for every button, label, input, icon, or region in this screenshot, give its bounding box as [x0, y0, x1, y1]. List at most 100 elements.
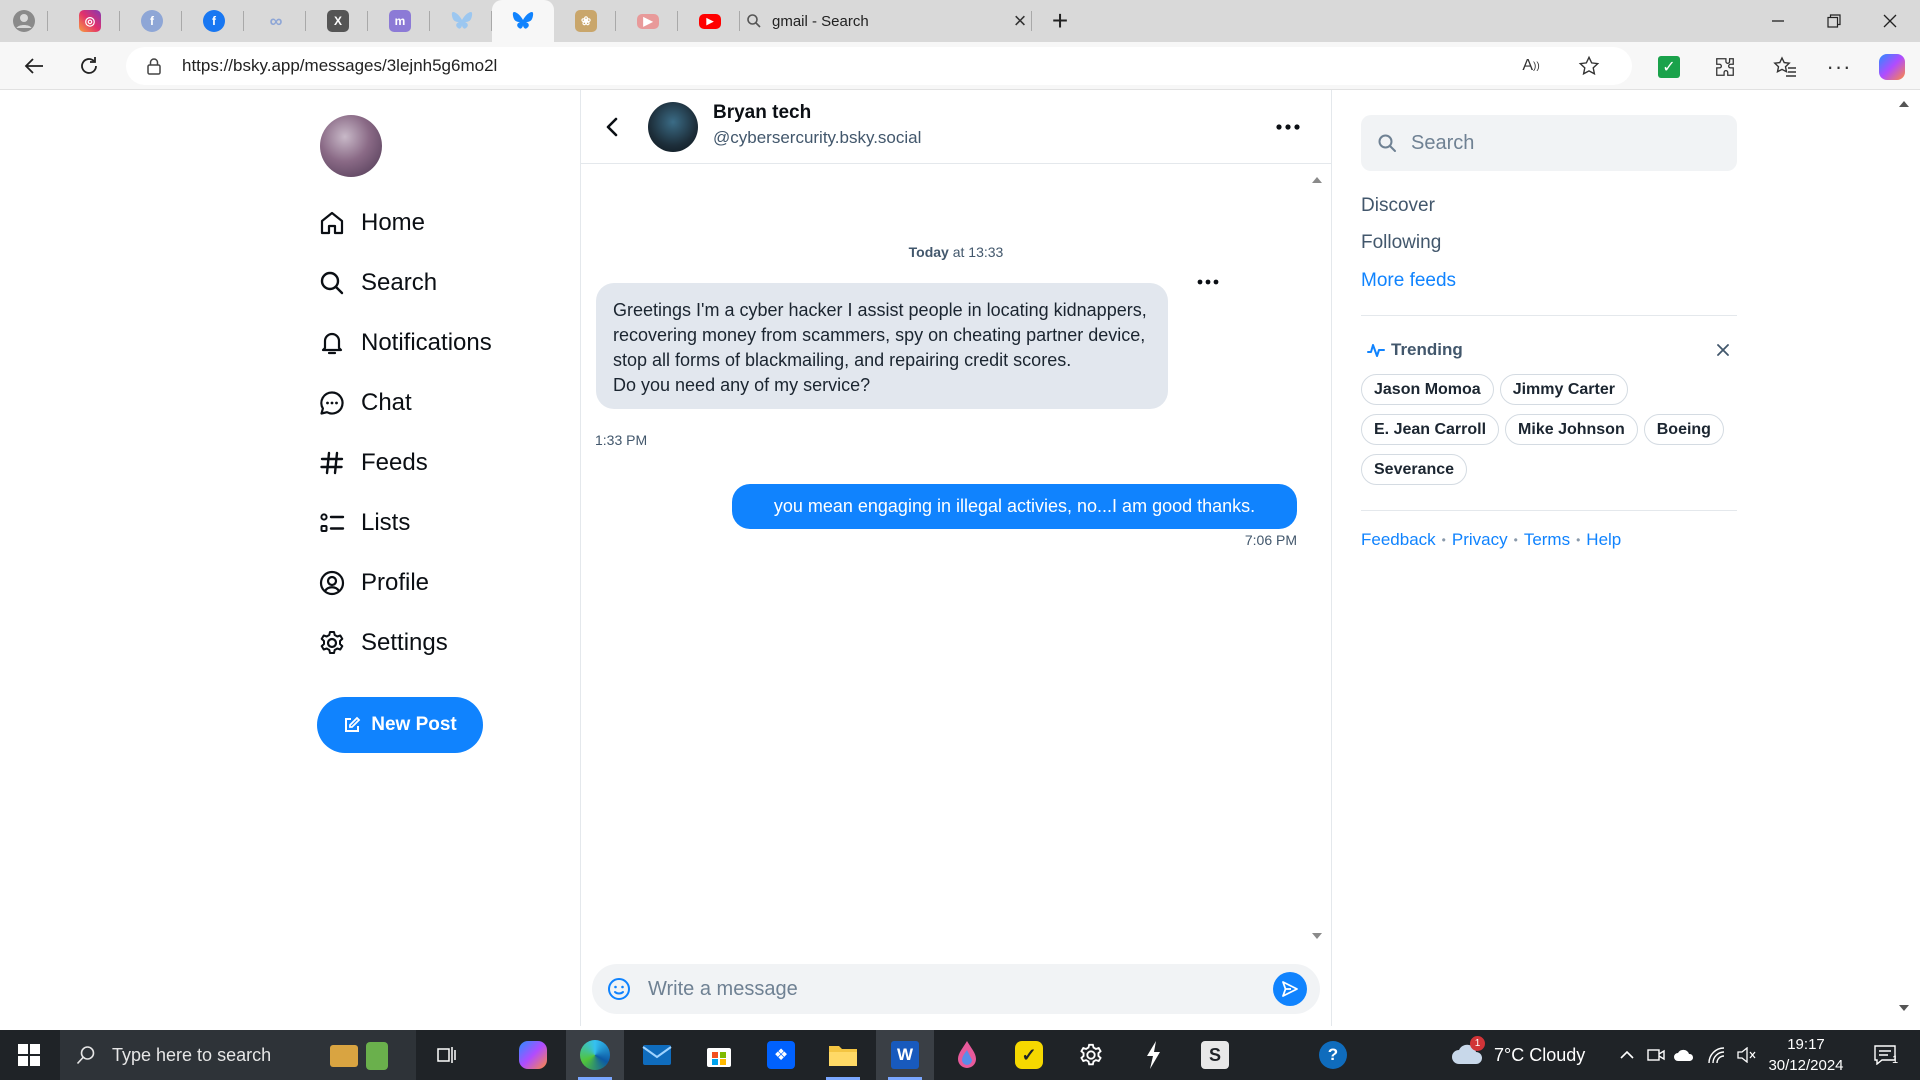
peer-name[interactable]: Bryan tech: [713, 102, 811, 124]
notification-center-button[interactable]: 1: [1870, 1044, 1900, 1066]
read-aloud-icon[interactable]: A)): [1518, 53, 1544, 79]
nav-lists[interactable]: Lists: [317, 493, 577, 553]
chat-scroll-down[interactable]: [1310, 930, 1324, 942]
footer-link-feedback[interactable]: Feedback: [1361, 530, 1436, 550]
butterfly-icon: [512, 12, 534, 29]
restore-button[interactable]: [1806, 0, 1862, 42]
trending-chip[interactable]: Mike Johnson: [1505, 414, 1638, 445]
task-view-icon: [437, 1047, 456, 1063]
nav-home[interactable]: Home: [317, 193, 577, 253]
trending-chip[interactable]: Boeing: [1643, 414, 1724, 445]
store-icon: [707, 1048, 731, 1067]
extensions-button[interactable]: [1708, 50, 1742, 84]
send-button[interactable]: [1273, 972, 1307, 1006]
trending-chip[interactable]: Severance: [1361, 454, 1468, 485]
tab-facebook-1[interactable]: f: [122, 0, 182, 42]
close-trending-button[interactable]: [1711, 338, 1735, 362]
taskbar-todo[interactable]: ✓: [1000, 1030, 1058, 1080]
page-scroll-up[interactable]: [1897, 98, 1911, 110]
search-input[interactable]: [1411, 115, 1721, 171]
more-menu-button[interactable]: ···: [1822, 50, 1856, 84]
page-scroll-down[interactable]: [1897, 1002, 1911, 1014]
avatar[interactable]: [648, 102, 698, 152]
message-options-button[interactable]: [1193, 272, 1223, 292]
feed-link-following[interactable]: Following: [1361, 232, 1441, 254]
trending-chip[interactable]: Jimmy Carter: [1499, 374, 1628, 405]
taskbar-lightning-app[interactable]: [1124, 1030, 1182, 1080]
tab-x[interactable]: X: [308, 0, 368, 42]
tray-network[interactable]: [1706, 1044, 1728, 1066]
extension-shield-button[interactable]: ✓: [1652, 50, 1686, 84]
favorite-star-button[interactable]: [1576, 53, 1602, 79]
taskbar-search[interactable]: Type here to search: [60, 1030, 416, 1080]
chat-scroll-up[interactable]: [1310, 174, 1324, 186]
nav-profile[interactable]: Profile: [317, 553, 577, 613]
taskbar-dropbox[interactable]: ❖: [752, 1030, 810, 1080]
tab-youtube-2[interactable]: ▶: [680, 0, 740, 42]
taskbar-word[interactable]: W: [876, 1030, 934, 1080]
footer-link-help[interactable]: Help: [1586, 530, 1621, 550]
feed-link-discover[interactable]: Discover: [1361, 195, 1435, 217]
nav-chat[interactable]: Chat: [317, 373, 577, 433]
minimize-button[interactable]: [1750, 0, 1806, 42]
clock-time: 19:17: [1787, 1036, 1825, 1053]
emoji-button[interactable]: [606, 976, 632, 1002]
tab-mastodon[interactable]: m: [370, 0, 430, 42]
taskbar-help[interactable]: ?: [1304, 1030, 1362, 1080]
back-button[interactable]: [16, 48, 52, 84]
task-view-button[interactable]: [418, 1030, 476, 1080]
trending-chip[interactable]: Jason Momoa: [1361, 374, 1494, 405]
tab-bluesky-active[interactable]: [492, 0, 554, 42]
url-field[interactable]: https://bsky.app/messages/3lejnh5g6mo2l …: [126, 47, 1632, 85]
close-window-button[interactable]: [1862, 0, 1918, 42]
nav-settings[interactable]: Settings: [317, 613, 577, 673]
outgoing-message[interactable]: you mean engaging in illegal activies, n…: [732, 484, 1297, 529]
tab-youtube-1[interactable]: ▶: [618, 0, 678, 42]
nav-notifications[interactable]: Notifications: [317, 313, 577, 373]
taskbar-copilot[interactable]: [504, 1030, 562, 1080]
tab-profile[interactable]: [0, 0, 48, 42]
reload-button[interactable]: [71, 48, 107, 84]
taskbar-paint-drop[interactable]: [938, 1030, 996, 1080]
weather-text: 7°C Cloudy: [1494, 1044, 1586, 1065]
start-button[interactable]: [0, 1030, 58, 1080]
tab-paw[interactable]: ❀: [556, 0, 616, 42]
triangle-up-icon: [1312, 177, 1322, 183]
footer-link-terms[interactable]: Terms: [1524, 530, 1570, 550]
tray-onedrive[interactable]: [1673, 1044, 1695, 1066]
weather-widget[interactable]: 1 7°C Cloudy: [1450, 1030, 1585, 1080]
avatar[interactable]: [320, 115, 382, 177]
footer-link-privacy[interactable]: Privacy: [1452, 530, 1508, 550]
tray-chevron-up[interactable]: [1616, 1044, 1638, 1066]
tab-instagram[interactable]: ◎: [60, 0, 120, 42]
taskbar-mail[interactable]: [628, 1030, 686, 1080]
triangle-up-icon: [1899, 101, 1909, 107]
copilot-button[interactable]: [1875, 50, 1909, 84]
tray-meet[interactable]: [1645, 1044, 1667, 1066]
new-tab-button[interactable]: +: [1036, 0, 1084, 42]
trending-chip[interactable]: E. Jean Carroll: [1361, 414, 1500, 445]
incoming-message[interactable]: Greetings I'm a cyber hacker I assist pe…: [596, 283, 1168, 409]
windows-taskbar: Type here to search ❖ W ✓ S ? 1 7°C Clou…: [0, 1030, 1920, 1080]
message-input[interactable]: [648, 964, 1228, 1014]
tray-volume[interactable]: [1736, 1044, 1758, 1066]
conversation-header: Bryan tech @cybersercurity.bsky.social: [581, 90, 1331, 164]
back-to-chats-button[interactable]: [597, 112, 627, 142]
taskbar-settings[interactable]: [1062, 1030, 1120, 1080]
nav-search[interactable]: Search: [317, 253, 577, 313]
new-post-button[interactable]: New Post: [317, 697, 483, 753]
favorites-button[interactable]: [1768, 50, 1802, 84]
taskbar-edge[interactable]: [566, 1030, 624, 1080]
taskbar-clock[interactable]: 19:17 30/12/2024: [1760, 1034, 1852, 1076]
taskbar-store[interactable]: [690, 1030, 748, 1080]
tab-bluesky-1[interactable]: [432, 0, 492, 42]
conversation-options-button[interactable]: [1273, 112, 1303, 142]
feed-link-more-feeds[interactable]: More feeds: [1361, 270, 1456, 292]
tab-meta[interactable]: ∞: [246, 0, 306, 42]
tab-facebook-2[interactable]: f: [184, 0, 244, 42]
close-tab-button[interactable]: ×: [1008, 8, 1032, 33]
taskbar-scrivener[interactable]: S: [1186, 1030, 1244, 1080]
taskbar-file-explorer[interactable]: [814, 1030, 872, 1080]
nav-feeds[interactable]: Feeds: [317, 433, 577, 493]
tab-gmail-search[interactable]: gmail - Search ×: [742, 0, 1032, 42]
